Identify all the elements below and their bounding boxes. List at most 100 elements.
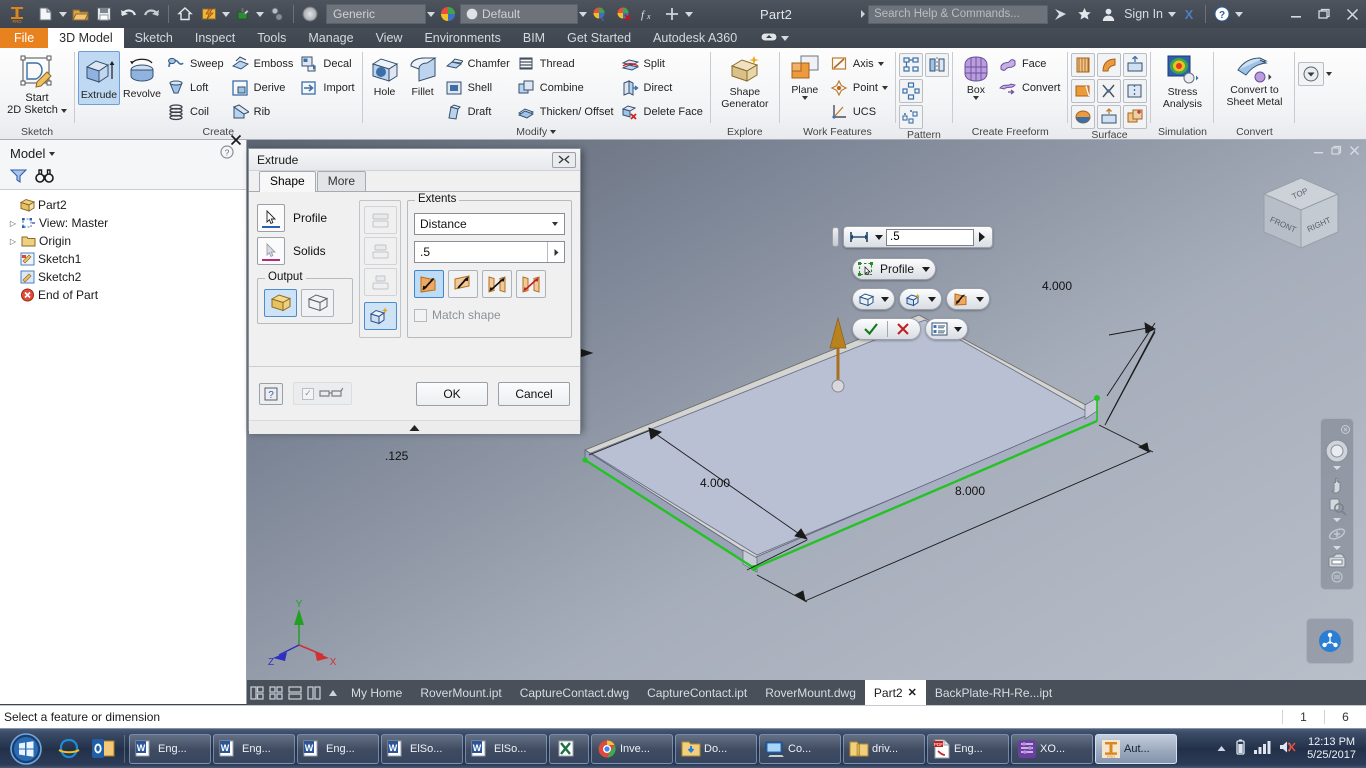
inventor-pro-app-icon[interactable]: PRO (0, 0, 34, 28)
output-solid-icon[interactable] (855, 289, 878, 309)
windows-start-orb[interactable] (0, 730, 52, 768)
ribbon-tab-bim[interactable]: BIM (512, 28, 556, 48)
taskbar-clock[interactable]: 12:13 PM 5/25/2017 (1303, 736, 1360, 762)
sign-in-dropdown[interactable] (1167, 2, 1177, 26)
extrude-button[interactable]: Extrude (78, 51, 120, 105)
sculpt-button[interactable] (1097, 79, 1122, 103)
taskbar-item-inventor[interactable]: PRO Aut... (1095, 733, 1177, 764)
start-2d-sketch-button[interactable]: Start 2D Sketch (3, 51, 71, 119)
new-document-dropdown[interactable] (58, 2, 68, 26)
material-browser-dropdown[interactable] (255, 2, 265, 26)
mini-toolbar-output-dropdown[interactable] (878, 289, 892, 309)
direction-asymmetric-button[interactable] (516, 270, 546, 298)
checkmark-icon[interactable] (855, 319, 887, 339)
hole-button[interactable]: Hole (366, 51, 404, 101)
sketch-driven-pattern-button[interactable] (898, 105, 923, 129)
dimension-thickness[interactable]: .125 (385, 449, 408, 463)
work-axis-dropdown-icon[interactable] (877, 61, 884, 66)
appearance-selector-dropdown[interactable] (578, 2, 588, 26)
revolve-button[interactable]: Revolve (120, 51, 164, 103)
copy-surface-button[interactable] (1123, 105, 1148, 129)
zoom-button[interactable] (1323, 496, 1351, 516)
restore-window-button[interactable] (1310, 0, 1338, 28)
taskbar-item-pdf[interactable]: PDF Eng... (927, 733, 1009, 764)
rectangular-pattern-button[interactable] (898, 53, 923, 77)
taskbar-item-word-3[interactable]: W Eng... (297, 733, 379, 764)
ribbon-tab-get-started[interactable]: Get Started (556, 28, 642, 48)
pan-button[interactable] (1323, 475, 1351, 495)
solids-select-button[interactable] (257, 237, 285, 265)
tree-node-origin[interactable]: ▷ Origin (6, 232, 246, 250)
full-navigation-wheel-button[interactable] (1323, 438, 1351, 464)
material-browser-button[interactable] (231, 2, 255, 26)
start-2d-sketch-dropdown-icon[interactable] (60, 108, 67, 113)
ribbon-tab-inspect[interactable]: Inspect (184, 28, 246, 48)
ribbon-tab-3d-model[interactable]: 3D Model (48, 28, 124, 48)
rib-button[interactable]: Rib (228, 100, 298, 123)
tree-node-sketch2[interactable]: Sketch2 (6, 268, 246, 286)
mirror-button[interactable] (924, 53, 949, 77)
dimension-width-left[interactable]: 4.000 (700, 476, 730, 490)
combine-button[interactable]: Combine (514, 76, 618, 99)
help-question-icon[interactable]: ? (259, 382, 283, 405)
a360-share-badge[interactable] (1306, 618, 1354, 664)
shell-button[interactable]: Shell (442, 76, 514, 99)
work-point-dropdown-icon[interactable] (881, 85, 888, 90)
ruled-surface-button[interactable] (1071, 53, 1096, 77)
doc-tab-capturecontact-dwg[interactable]: CaptureContact.dwg (511, 680, 638, 705)
collapse-triangle-icon[interactable] (249, 420, 580, 434)
mini-toolbar-profile-dropdown[interactable] (919, 259, 933, 279)
work-axis-button[interactable]: Axis (827, 52, 892, 75)
look-at-button[interactable] (1323, 552, 1351, 570)
ok-button[interactable]: OK (416, 381, 488, 406)
preview-toggle[interactable]: ✓ (293, 382, 352, 405)
work-point-button[interactable]: Point (827, 76, 892, 99)
ribbon-cloud-icon[interactable] (760, 30, 778, 46)
material-selector-dropdown[interactable] (426, 2, 436, 26)
vertical-split-icon[interactable] (304, 680, 323, 705)
x-mark-icon[interactable] (888, 319, 918, 339)
direct-edit-button[interactable]: Direct (618, 76, 707, 99)
freeform-box-dropdown-icon[interactable] (972, 96, 979, 100)
close-icon[interactable] (230, 134, 242, 149)
match-shape-checkbox[interactable] (414, 308, 427, 322)
distance-input[interactable]: .5 (414, 241, 565, 263)
tile-view-icon[interactable] (247, 680, 266, 705)
import-button[interactable]: Import (297, 76, 358, 99)
adjust-appearance-button[interactable] (588, 2, 612, 26)
direction-2-button[interactable] (448, 270, 478, 298)
shape-generator-button[interactable]: Shape Generator (714, 51, 776, 113)
ribbon-tab-environments[interactable]: Environments (413, 28, 511, 48)
extend-surface-button[interactable] (1123, 53, 1148, 77)
tree-node-part2[interactable]: Part2 (6, 196, 246, 214)
material-selector[interactable]: Generic (326, 4, 426, 24)
navbar-close-icon[interactable] (1341, 423, 1353, 437)
taskbar-item-chrome[interactable]: Inve... (591, 733, 673, 764)
browser-title-dropdown-icon[interactable] (49, 152, 56, 156)
navbar-wheel-dropdown-icon[interactable] (1333, 466, 1341, 470)
taskbar-item-excel[interactable] (549, 733, 589, 764)
taskbar-item-word-1[interactable]: W Eng... (129, 733, 211, 764)
help-button[interactable]: ? (1210, 2, 1234, 26)
ribbon-tab-autodesk-a360[interactable]: Autodesk A360 (642, 28, 748, 48)
title-overflow-arrow[interactable] (858, 2, 868, 26)
ribbon-tab-file[interactable]: File (0, 28, 49, 48)
new-solid-icon[interactable] (902, 289, 925, 309)
distance-measure-icon[interactable] (846, 227, 872, 247)
undo-button[interactable] (116, 2, 140, 26)
delete-face-button[interactable]: Delete Face (618, 100, 707, 123)
add-to-quick-access-button[interactable] (660, 2, 684, 26)
exchange-apps-icon[interactable] (1048, 2, 1072, 26)
ribbon-overflow-button[interactable] (1298, 62, 1325, 86)
minimize-window-button[interactable] (1282, 0, 1310, 28)
favorites-star-icon[interactable] (1072, 2, 1096, 26)
taskbar-item-xodo[interactable]: XO... (1011, 733, 1093, 764)
taskbar-item-computer[interactable]: Co... (759, 733, 841, 764)
search-input[interactable]: Search Help & Commands... (868, 4, 1049, 24)
battery-icon[interactable] (1234, 739, 1247, 759)
clear-appearance-button[interactable] (612, 2, 636, 26)
parameters-fx-button[interactable]: fx (636, 2, 660, 26)
update-dropdown[interactable] (221, 2, 231, 26)
derive-button[interactable]: Derive (228, 76, 298, 99)
distance-spinner-button[interactable] (547, 242, 564, 262)
